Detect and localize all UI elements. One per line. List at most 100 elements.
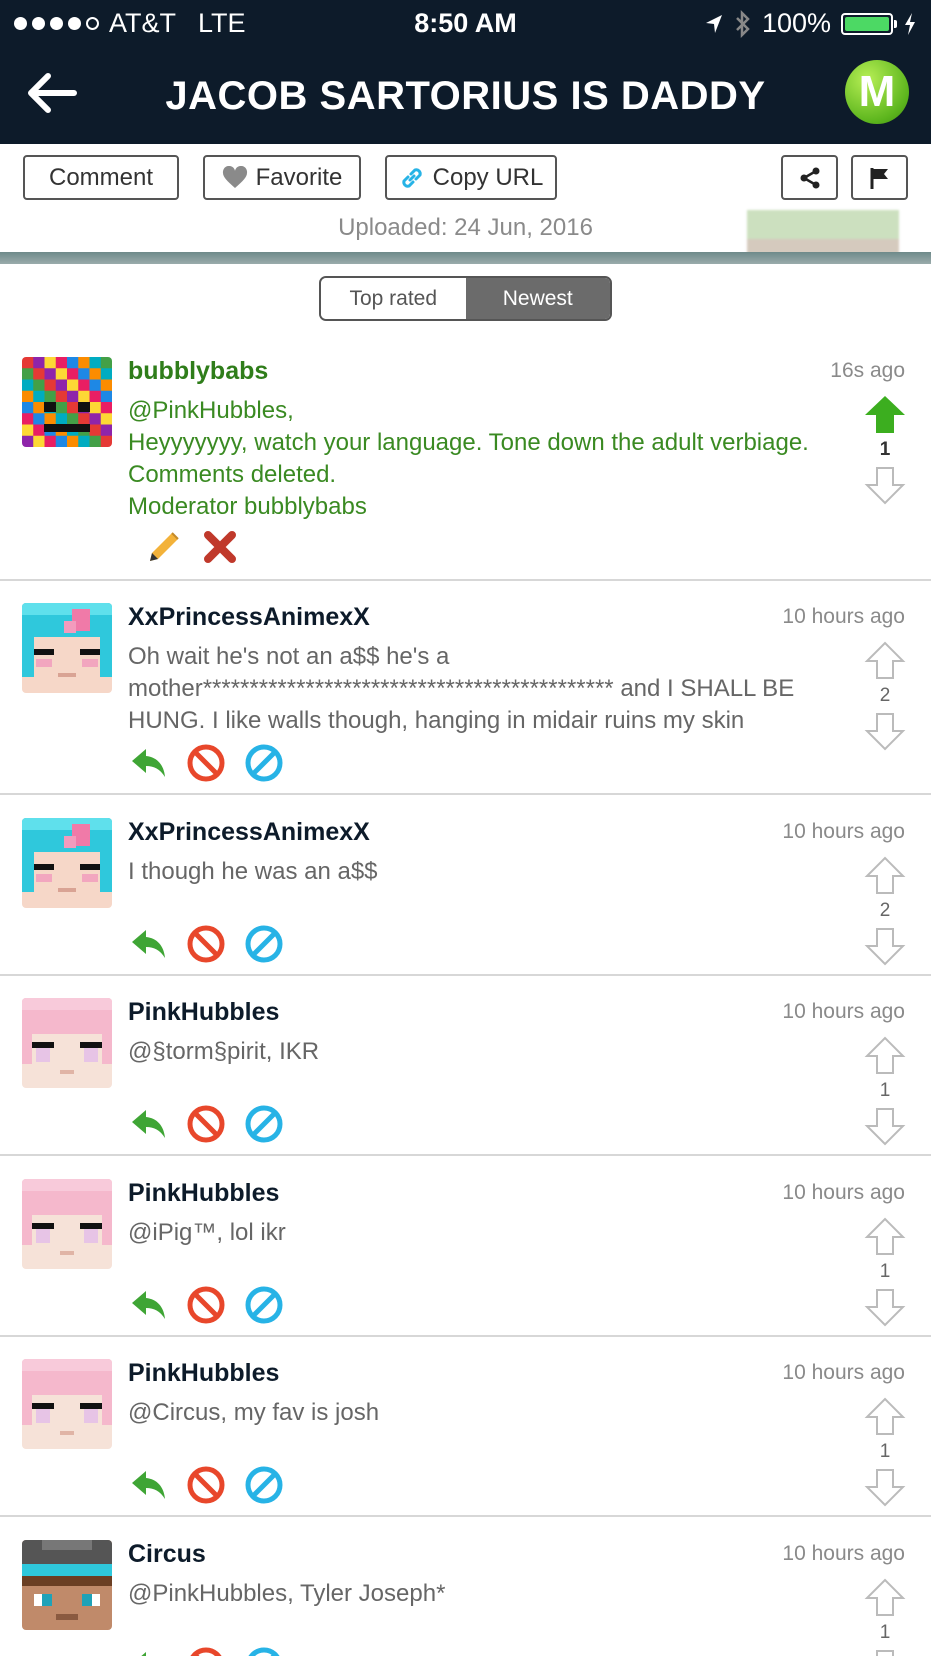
downvote-arrow-icon[interactable]: [863, 463, 907, 507]
upvote-arrow-icon[interactable]: [863, 1034, 907, 1078]
comment-row: PinkHubbles 10 hours ago @iPig™, lol ikr 1: [0, 1161, 931, 1337]
comment-text-line: @PinkHubbles,: [128, 397, 294, 424]
comment-text-line: Heyyyyyyy, watch your language. Tone dow…: [128, 429, 809, 488]
rainbow-avatar[interactable]: [22, 357, 112, 447]
downvote-arrow-icon[interactable]: [863, 1285, 907, 1329]
downvote-arrow-icon[interactable]: [863, 1104, 907, 1148]
report-icon[interactable]: [186, 1465, 226, 1505]
comment-text: @Circus, my fav is josh: [128, 1397, 818, 1429]
vote-control: 1: [863, 1395, 907, 1509]
block-icon[interactable]: [244, 1646, 284, 1656]
comment-actions: [128, 1104, 284, 1144]
upvote-arrow-icon[interactable]: [863, 854, 907, 898]
sort-toggle: Top rated Newest: [319, 276, 612, 321]
comment-actions: [128, 1285, 284, 1325]
vote-count: 1: [879, 1622, 891, 1643]
report-icon[interactable]: [186, 1285, 226, 1325]
flag-icon: [870, 167, 888, 189]
downvote-arrow-icon[interactable]: [863, 1646, 907, 1656]
favorite-button[interactable]: Favorite: [203, 155, 361, 200]
edit-icon[interactable]: [142, 527, 182, 567]
share-button[interactable]: [781, 155, 838, 200]
nav-bar: JACOB SARTORIUS IS DADDY M: [0, 46, 931, 144]
comment-username[interactable]: PinkHubbles: [128, 1359, 279, 1388]
block-icon[interactable]: [244, 743, 284, 783]
sort-top-rated-tab[interactable]: Top rated: [321, 278, 466, 319]
comment-username[interactable]: XxPrincessAnimexX: [128, 603, 370, 632]
battery-percent: 100%: [761, 8, 831, 38]
copy-url-button[interactable]: Copy URL: [385, 155, 557, 200]
upvote-arrow-icon[interactable]: [863, 1576, 907, 1620]
downvote-arrow-icon[interactable]: [863, 709, 907, 753]
comment-row: XxPrincessAnimexX 10 hours ago Oh wait he'…: [0, 585, 931, 795]
vote-count: 1: [879, 1441, 891, 1462]
upvote-arrow-icon[interactable]: [863, 639, 907, 683]
sort-newest-tab[interactable]: Newest: [465, 278, 610, 319]
comment-row: bubblybabs 16s ago @PinkHubbles, Heyyyyyyy,…: [0, 339, 931, 581]
comment-username[interactable]: PinkHubbles: [128, 1179, 279, 1208]
page-title: JACOB SARTORIUS IS DADDY: [165, 74, 766, 118]
back-arrow-icon[interactable]: [22, 68, 82, 118]
comment-timestamp: 10 hours ago: [782, 820, 905, 843]
status-bar: AT&T LTE 8:50 AM 100%: [0, 0, 931, 46]
reply-icon[interactable]: [128, 1285, 168, 1325]
vote-control: 1: [863, 1034, 907, 1148]
downvote-arrow-icon[interactable]: [863, 924, 907, 968]
comment-timestamp: 10 hours ago: [782, 1542, 905, 1565]
report-flag-button[interactable]: [851, 155, 908, 200]
block-icon[interactable]: [244, 1104, 284, 1144]
report-icon[interactable]: [186, 743, 226, 783]
upvote-arrow-icon[interactable]: [863, 1215, 907, 1259]
report-icon[interactable]: [186, 1104, 226, 1144]
downvote-arrow-icon[interactable]: [863, 1465, 907, 1509]
comment-button-label: Comment: [48, 163, 154, 191]
comment-username[interactable]: XxPrincessAnimexX: [128, 818, 370, 847]
upvote-arrow-icon[interactable]: [863, 393, 907, 437]
comment-text-line: Moderator bubblybabs: [128, 493, 367, 520]
comment-timestamp: 10 hours ago: [782, 1181, 905, 1204]
comment-username[interactable]: bubblybabs: [128, 357, 268, 386]
comment-text: @iPig™, lol ikr: [128, 1217, 818, 1249]
comment-row: PinkHubbles 10 hours ago @Circus, my fav i…: [0, 1341, 931, 1517]
link-icon: [401, 167, 422, 188]
comment-timestamp: 10 hours ago: [782, 1361, 905, 1384]
bluetooth-icon: [736, 9, 750, 38]
comment-row: XxPrincessAnimexX 10 hours ago I though he…: [0, 800, 931, 976]
app-logo-button[interactable]: M: [845, 60, 909, 124]
report-icon[interactable]: [186, 1646, 226, 1656]
comment-username[interactable]: Circus: [128, 1540, 206, 1569]
reply-icon[interactable]: [128, 1465, 168, 1505]
vote-control: 2: [863, 854, 907, 968]
reply-icon[interactable]: [128, 743, 168, 783]
comment-text-line: @PinkHubbles, Tyler Joseph*: [128, 1580, 446, 1607]
upvote-arrow-icon[interactable]: [863, 1395, 907, 1439]
comment-text: I though he was an a$$: [128, 856, 818, 888]
pink-hair-avatar[interactable]: [22, 998, 112, 1088]
comment-text-line: I though he was an a$$: [128, 858, 378, 885]
favorite-button-label: Favorite: [255, 163, 343, 191]
comment-actions: [128, 1465, 284, 1505]
comment-username[interactable]: PinkHubbles: [128, 998, 279, 1027]
reply-icon[interactable]: [128, 924, 168, 964]
reply-icon[interactable]: [128, 1646, 168, 1656]
vote-control: 1: [863, 1576, 907, 1656]
pink-hair-avatar[interactable]: [22, 1359, 112, 1449]
report-icon[interactable]: [186, 924, 226, 964]
vote-control: 1: [863, 393, 907, 507]
cyan-pink-hair-avatar[interactable]: [22, 818, 112, 908]
vote-count: 1: [879, 1080, 891, 1101]
reply-icon[interactable]: [128, 1104, 168, 1144]
cyan-pink-hair-avatar[interactable]: [22, 603, 112, 693]
comment-row: Circus 10 hours ago @PinkHubbles, Tyler Jo…: [0, 1522, 931, 1656]
grey-hat-avatar[interactable]: [22, 1540, 112, 1630]
comment-button[interactable]: Comment: [23, 155, 179, 200]
comment-text-line: @Circus, my fav is josh: [128, 1399, 380, 1426]
delete-icon[interactable]: [200, 527, 240, 567]
block-icon[interactable]: [244, 1465, 284, 1505]
comment-text: @PinkHubbles, Tyler Joseph*: [128, 1578, 818, 1610]
block-icon[interactable]: [244, 1285, 284, 1325]
pink-hair-avatar[interactable]: [22, 1179, 112, 1269]
heart-icon: [222, 165, 247, 188]
block-icon[interactable]: [244, 924, 284, 964]
comment-actions: [128, 743, 284, 783]
